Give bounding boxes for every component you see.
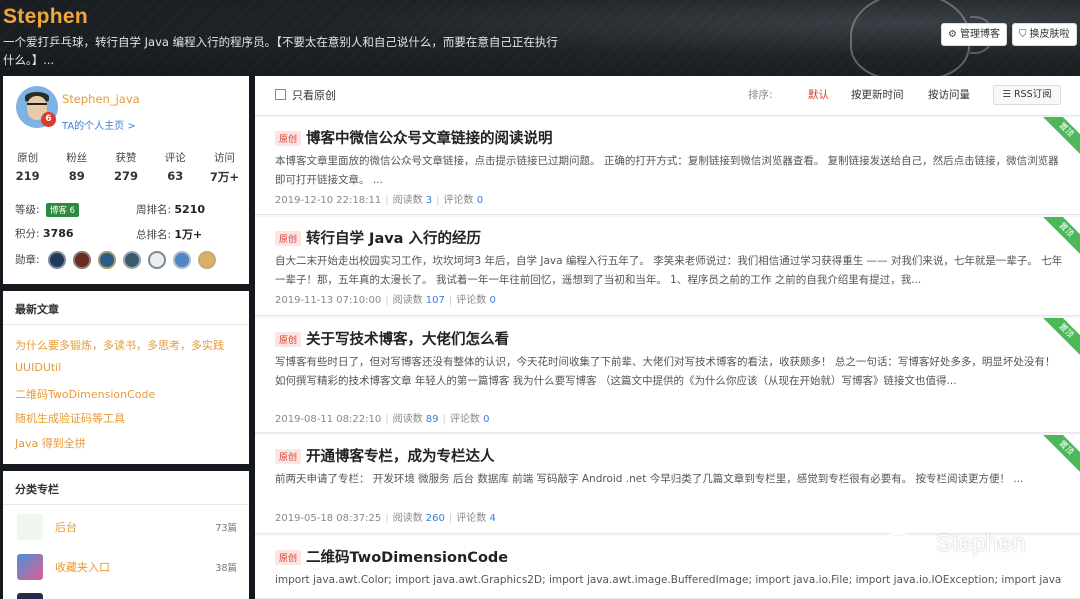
- column-count: 73篇: [215, 523, 237, 534]
- sort-by-visits[interactable]: 按访问量: [928, 87, 970, 102]
- sort-label: 排序:: [748, 89, 773, 101]
- only-original-checkbox[interactable]: [275, 89, 286, 100]
- stat-comments: 评论 63: [164, 152, 186, 183]
- week-rank-row: 周排名: 5210: [136, 203, 206, 216]
- article-summary: 本博客文章里面放的微信公众号文章链接，点击提示链接已过期问题。 正确的打开方式：…: [275, 155, 1059, 186]
- blog-header: Stephen 一个爱打乒乓球，转行自学 Java 编程入行的程序员。【不要太在…: [0, 0, 1080, 76]
- latest-articles-title: 最新文章: [15, 303, 59, 316]
- article-title[interactable]: 开通博客专栏，成为专栏达人: [306, 445, 495, 466]
- original-tag: 原创: [275, 332, 302, 347]
- stat-likes: 获赞 279: [114, 152, 139, 183]
- article-meta: 2019-12-10 22:18:11 | 阅读数 3 | 评论数 0: [275, 195, 484, 206]
- level-row: 等级: 博客 6: [15, 202, 80, 217]
- stat-original: 原创 219: [15, 152, 40, 183]
- article-item[interactable]: 置顶 原创 关于写技术博客，大佬们怎么看 写博客有些时日了，但对写博客还没有整体…: [255, 318, 1080, 433]
- article-meta: 2019-11-13 07:10:00 | 阅读数 107 | 评论数 0: [275, 295, 496, 306]
- shirt-icon: ⛉: [1019, 29, 1027, 40]
- stat-visits: 访问 7万+: [209, 152, 239, 184]
- article-summary: import java.awt.Color; import java.awt.G…: [275, 574, 1062, 586]
- article-summary: 写博客有些时日了，但对写博客还没有整体的认识，今天花时间收集了下前辈、大佬们对写…: [275, 356, 1056, 387]
- only-original-label[interactable]: 只看原创: [292, 87, 336, 103]
- gear-icon: ⚙: [948, 29, 957, 40]
- manage-blog-label: 管理博客: [959, 29, 1000, 40]
- change-skin-label: 换皮肤啦: [1029, 29, 1070, 40]
- article-title[interactable]: 二维码TwoDimensionCode: [306, 546, 508, 567]
- profile-card: 6 Stephen_java TA的个人主页 > 原创 219 粉丝 89 获赞 27…: [3, 76, 249, 284]
- column-item[interactable]: 后台 73篇: [3, 512, 249, 542]
- medal-icon[interactable]: [198, 251, 216, 269]
- article-title[interactable]: 关于写技术博客，大佬们怎么看: [306, 328, 509, 349]
- wechat-icon: [884, 530, 930, 558]
- medals-label: 勋章:: [15, 254, 40, 266]
- medals-list: [48, 251, 216, 269]
- article-meta: 2019-05-18 08:37:25 | 阅读数 260 | 评论数 4: [275, 513, 496, 524]
- column-thumbnail: [17, 593, 43, 599]
- medal-icon[interactable]: [73, 251, 91, 269]
- points-row: 积分: 3786: [15, 227, 74, 240]
- pinned-ribbon: 置顶: [1039, 318, 1080, 358]
- original-tag: 原创: [275, 231, 302, 246]
- original-tag: 原创: [275, 131, 302, 146]
- columns-title: 分类专栏: [15, 483, 59, 496]
- article-item[interactable]: 置顶 原创 博客中微信公众号文章链接的阅读说明 本博客文章里面放的微信公众号文章…: [255, 117, 1080, 215]
- total-rank-row: 总排名: 1万+: [136, 228, 203, 241]
- article-list-area: 只看原创 排序: 默认 按更新时间 按访问量 ☰ RSS订阅 置顶 原创 博客中…: [255, 76, 1080, 599]
- profile-stats: 原创 219 粉丝 89 获赞 279 评论 63 访问 7万+: [3, 150, 249, 185]
- pinned-ribbon: 置顶: [1039, 117, 1080, 157]
- latest-article-link[interactable]: UUIDUtil: [15, 361, 61, 374]
- rss-button[interactable]: ☰ RSS订阅: [993, 85, 1061, 105]
- column-item[interactable]: 收藏夹入口 38篇: [3, 552, 249, 582]
- homepage-link[interactable]: TA的个人主页 >: [62, 117, 136, 132]
- columns-card: 分类专栏 后台 73篇 收藏夹入口 38篇: [3, 471, 249, 599]
- medal-icon[interactable]: [123, 251, 141, 269]
- column-count: 38篇: [215, 563, 237, 574]
- stat-fans: 粉丝 89: [66, 152, 88, 183]
- blog-description: 一个爱打乒乓球，转行自学 Java 编程入行的程序员。【不要太在意别人和自己说什…: [3, 35, 558, 67]
- medal-icon[interactable]: [173, 251, 191, 269]
- level-badge: 6: [41, 112, 56, 127]
- article-meta: 2019-08-11 08:22:10 | 阅读数 89 | 评论数 0: [275, 414, 490, 425]
- wechat-watermark: Stephen: [884, 530, 1025, 558]
- manage-blog-button[interactable]: ⚙ 管理博客: [941, 23, 1007, 46]
- medal-icon[interactable]: [48, 251, 66, 269]
- article-item[interactable]: 置顶 原创 转行自学 Java 入行的经历 自大二末开始走出校园实习工作，坎坎坷…: [255, 217, 1080, 316]
- sort-default[interactable]: 默认: [808, 87, 829, 102]
- column-thumbnail: [17, 514, 43, 540]
- original-tag: 原创: [275, 550, 302, 565]
- latest-article-link[interactable]: 为什么要多锻炼，多读书，多思考，多实践: [15, 337, 224, 353]
- column-name[interactable]: 后台: [55, 519, 77, 535]
- list-toolbar: 只看原创 排序: 默认 按更新时间 按访问量 ☰ RSS订阅: [255, 76, 1080, 116]
- latest-articles-card: 最新文章 为什么要多锻炼，多读书，多思考，多实践 UUIDUtil 二维码Two…: [3, 291, 249, 464]
- username-link[interactable]: Stephen_java: [62, 92, 140, 106]
- column-name[interactable]: 收藏夹入口: [55, 559, 110, 575]
- latest-article-link[interactable]: 随机生成验证码等工具: [15, 410, 125, 426]
- column-thumbnail: [17, 554, 43, 580]
- medal-icon[interactable]: [148, 251, 166, 269]
- level-tag[interactable]: 博客 6: [45, 203, 80, 217]
- blog-title[interactable]: Stephen: [3, 5, 88, 29]
- latest-article-link[interactable]: 二维码TwoDimensionCode: [15, 386, 155, 402]
- article-summary: 前两天申请了专栏： 开发环境 微服务 后台 数据库 前端 写码敲字 Androi…: [275, 473, 1024, 485]
- pinned-ribbon: 置顶: [1039, 435, 1080, 475]
- rss-icon: ☰: [1002, 89, 1011, 100]
- article-title[interactable]: 转行自学 Java 入行的经历: [306, 227, 481, 248]
- pinned-ribbon: 置顶: [1039, 217, 1080, 257]
- latest-article-link[interactable]: Java 得到全拼: [15, 435, 86, 451]
- sort-by-update[interactable]: 按更新时间: [851, 87, 904, 102]
- article-summary: 自大二末开始走出校园实习工作，坎坎坷坷3 年后，自学 Java 编程入行五年了。…: [275, 255, 1063, 286]
- original-tag: 原创: [275, 449, 302, 464]
- article-title[interactable]: 博客中微信公众号文章链接的阅读说明: [306, 127, 553, 148]
- medal-icon[interactable]: [98, 251, 116, 269]
- article-item[interactable]: 置顶 原创 开通博客专栏，成为专栏达人 前两天申请了专栏： 开发环境 微服务 后…: [255, 435, 1080, 534]
- change-skin-button[interactable]: ⛉ 换皮肤啦: [1012, 23, 1077, 46]
- watermark-text: Stephen: [936, 530, 1026, 557]
